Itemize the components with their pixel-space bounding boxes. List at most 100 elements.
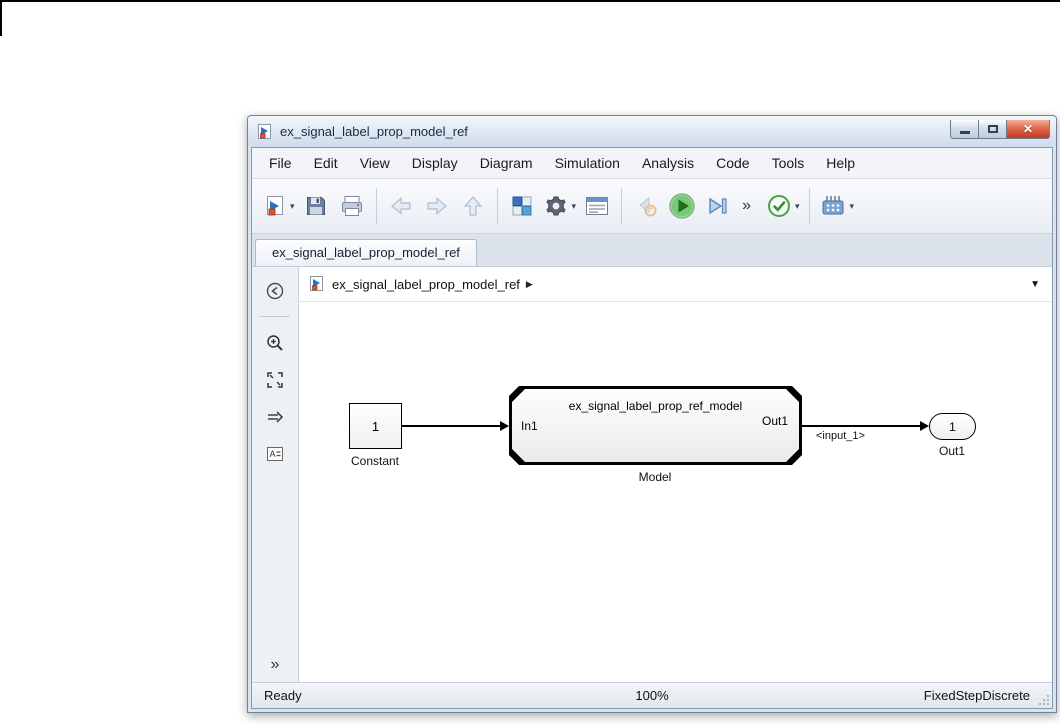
menu-display[interactable]: Display [401,151,469,175]
resize-grip[interactable] [1038,694,1050,706]
annotation-button[interactable]: A [260,440,290,468]
maximize-button[interactable] [979,119,1007,139]
step-back-button[interactable] [628,185,664,227]
outport-value: 1 [949,419,956,434]
zoom-button[interactable] [260,329,290,357]
breadcrumb-model-name[interactable]: ex_signal_label_prop_model_ref [332,277,520,292]
toolbar-separator [496,188,498,224]
menu-edit[interactable]: Edit [303,151,349,175]
model-reference-block[interactable]: ex_signal_label_prop_ref_model In1 Out1 [509,386,802,465]
menu-analysis[interactable]: Analysis [631,151,705,175]
navigate-forward-button[interactable] [419,185,455,227]
save-button[interactable] [298,185,334,227]
annotation-icon: A [265,444,285,464]
model-outport-label: Out1 [761,414,788,429]
outport-block[interactable]: 1 [929,413,976,440]
model-explorer-button[interactable] [579,185,615,227]
solver-name: FixedStepDiscrete [923,688,1030,703]
new-model-dropdown-caret: ▾ [290,200,295,211]
navigate-up-button[interactable] [455,185,491,227]
titlebar[interactable]: ex_signal_label_prop_model_ref ✕ [248,116,1056,147]
check-code-dropdown-caret: ▾ [794,200,800,211]
constant-value: 1 [371,418,380,434]
statusbar: Ready 100% FixedStepDiscrete [252,682,1052,708]
outport-block-label[interactable]: Out1 [939,444,965,458]
simulink-window: ex_signal_label_prop_model_ref ✕ File Ed… [247,115,1057,713]
window-client-area: File Edit View Display Diagram Simulatio… [251,147,1053,709]
content-area: A » ex_signal_label_prop_model_ref ▶ ▼ 1… [252,267,1052,682]
menu-code[interactable]: Code [705,151,760,175]
wire-arrowhead-icon [500,421,509,431]
breadcrumb: ex_signal_label_prop_model_ref ▶ ▼ [299,267,1052,302]
new-model-button[interactable]: ▾ [260,185,298,227]
simulink-model-icon [257,123,273,140]
minimize-button[interactable] [950,119,979,139]
zoom-icon [265,333,285,353]
back-arrow-icon [388,194,414,218]
model-tab-label: ex_signal_label_prop_model_ref [272,245,460,260]
toolbar-separator [808,188,810,224]
zoom-level: 100% [635,688,669,703]
step-forward-button[interactable] [700,185,736,227]
deploy-dropdown-caret: ▾ [849,200,855,211]
constant-block[interactable]: 1 [349,403,402,449]
maximize-icon [987,124,998,133]
menu-tools[interactable]: Tools [761,151,816,175]
svg-text:A: A [270,449,276,459]
constant-block-label[interactable]: Constant [351,454,399,468]
page-corner-mark [0,0,2,36]
fit-to-view-button[interactable] [260,366,290,394]
print-icon [339,194,365,218]
library-browser-button[interactable] [504,185,540,227]
minimize-icon [959,131,970,134]
tabbar: ex_signal_label_prop_model_ref [252,234,1052,267]
model-view: ex_signal_label_prop_model_ref ▶ ▼ 1 Con… [299,267,1052,682]
signal-routing-button[interactable] [260,403,290,431]
window-title: ex_signal_label_prop_model_ref [280,124,468,139]
check-circle-icon [766,193,792,219]
hide-browser-button[interactable] [260,277,290,305]
breadcrumb-model-icon [309,276,325,292]
navigate-back-button[interactable] [383,185,419,227]
menu-file[interactable]: File [258,151,303,175]
model-reference-block-face: ex_signal_label_prop_ref_model In1 Out1 [512,389,799,462]
library-browser-icon [510,194,534,218]
toolbar-separator [375,188,377,224]
menu-diagram[interactable]: Diagram [469,151,544,175]
save-icon [304,194,328,218]
model-canvas[interactable]: 1 Constant ex_signal_label_prop_ref_mode… [299,302,1052,682]
new-model-icon [263,194,287,218]
check-code-button[interactable]: ▾ [763,185,803,227]
wire-arrowhead-icon [920,421,929,431]
menu-help[interactable]: Help [815,151,866,175]
window-controls: ✕ [950,119,1050,139]
hide-browser-icon [265,281,285,301]
menu-simulation[interactable]: Simulation [544,151,631,175]
close-button[interactable]: ✕ [1007,119,1050,139]
toolbar-separator [621,188,623,224]
palette-separator [260,316,290,317]
signal-wire[interactable] [402,425,502,427]
breadcrumb-dropdown-icon[interactable]: ▼ [1030,279,1040,290]
signal-routing-icon [265,407,285,427]
model-block-label[interactable]: Model [639,470,672,484]
model-settings-button[interactable]: ▾ [540,185,580,227]
close-icon: ✕ [1022,121,1034,136]
palette-overflow-button[interactable]: » [252,656,298,674]
signal-name-label[interactable]: <input_1> [816,430,865,442]
breadcrumb-chevron-icon[interactable]: ▶ [526,279,533,290]
toolbar: ▾ ▾ » ▾ ▾ [252,179,1052,234]
menu-view[interactable]: View [349,151,401,175]
model-tab[interactable]: ex_signal_label_prop_model_ref [255,239,477,266]
page: ex_signal_label_prop_model_ref ✕ File Ed… [0,0,1060,725]
signal-wire[interactable] [802,425,922,427]
run-button[interactable] [664,185,700,227]
tool-palette: A » [252,267,299,682]
deploy-button[interactable]: ▾ [816,185,858,227]
toolbar-overflow-button[interactable]: » [736,197,757,215]
menubar: File Edit View Display Diagram Simulatio… [252,148,1052,179]
print-button[interactable] [334,185,370,227]
gear-icon [543,193,569,219]
up-arrow-icon [461,194,485,218]
run-icon [667,191,697,221]
